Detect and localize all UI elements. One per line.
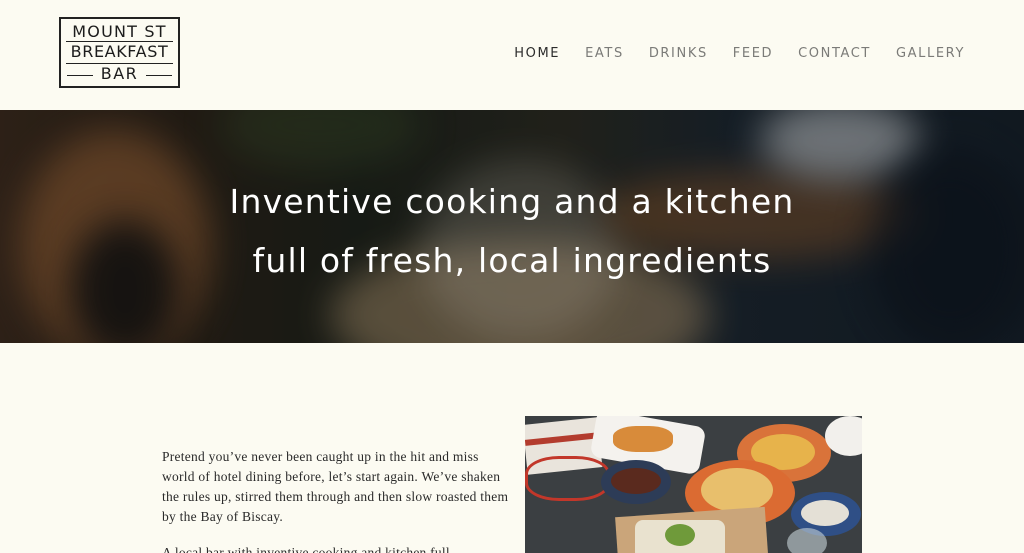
hero-heading: Inventive cooking and a kitchen full of … <box>0 172 1024 290</box>
site-header: MOUNT ST BREAKFAST BAR HOME EATS DRINKS … <box>0 0 1024 110</box>
nav-drinks[interactable]: DRINKS <box>649 46 708 62</box>
hero-heading-line-2: full of fresh, local ingredients <box>252 241 772 280</box>
hero-banner: Inventive cooking and a kitchen full of … <box>0 110 1024 343</box>
nav-gallery[interactable]: GALLERY <box>896 46 965 62</box>
nav-feed[interactable]: FEED <box>733 46 773 62</box>
nav-home[interactable]: HOME <box>514 46 560 62</box>
photo-shape <box>665 524 695 546</box>
photo-shape <box>701 468 773 512</box>
logo-dash <box>146 75 172 76</box>
photo-shape <box>611 468 661 494</box>
photo-shape <box>613 426 673 452</box>
food-photo <box>525 416 862 553</box>
photo-shape <box>525 456 610 501</box>
site-logo[interactable]: MOUNT ST BREAKFAST BAR <box>59 17 180 88</box>
hero-heading-line-1: Inventive cooking and a kitchen <box>229 182 795 221</box>
main-nav: HOME EATS DRINKS FEED CONTACT GALLERY <box>489 46 965 62</box>
nav-contact[interactable]: CONTACT <box>798 46 871 62</box>
photo-shape <box>787 528 827 553</box>
nav-eats[interactable]: EATS <box>585 46 624 62</box>
intro-paragraph-2: A local bar with inventive cooking and k… <box>162 545 450 553</box>
intro-text: Pretend you’ve never been caught up in t… <box>162 447 512 553</box>
logo-line-2: BREAKFAST <box>70 42 169 61</box>
intro-paragraph-1: Pretend you’ve never been caught up in t… <box>162 449 509 524</box>
logo-line-1: MOUNT ST <box>72 22 167 41</box>
photo-shape <box>801 500 849 526</box>
logo-line-3: BAR <box>100 64 139 83</box>
